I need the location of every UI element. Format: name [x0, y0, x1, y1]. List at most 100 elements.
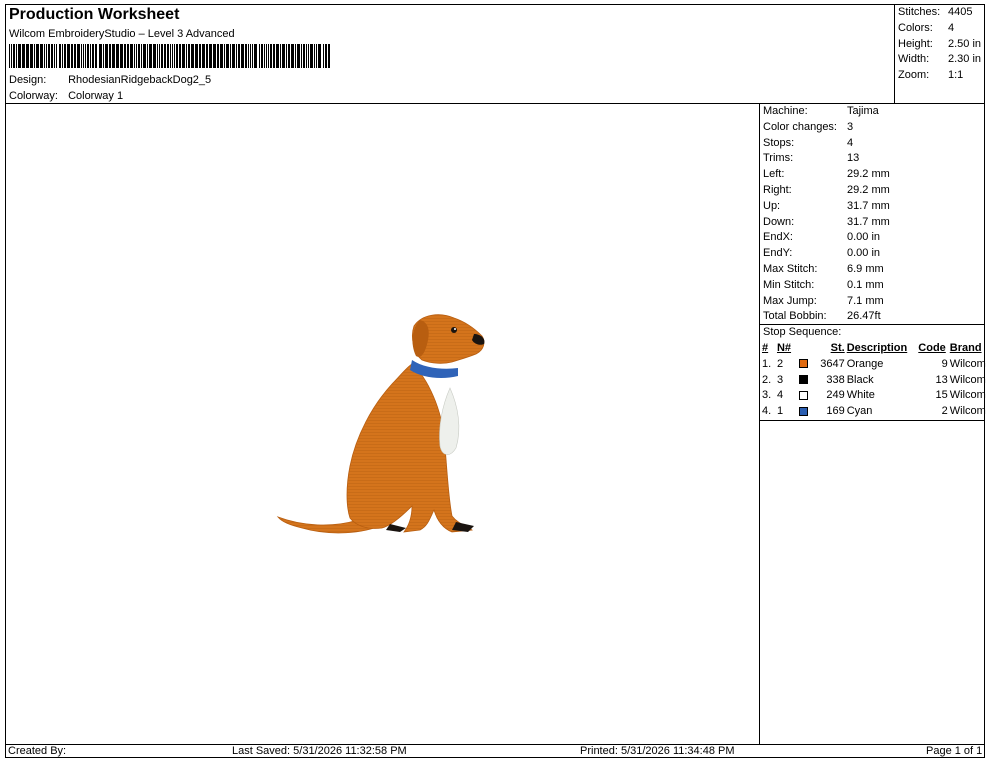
barcode-bar	[138, 44, 140, 68]
barcode-bar	[56, 44, 57, 68]
barcode-bar	[303, 44, 305, 68]
row-stitches: 338	[826, 373, 845, 386]
barcode-bar	[270, 44, 272, 68]
barcode-bar	[179, 44, 181, 68]
barcode-bar	[67, 44, 70, 68]
barcode-bar	[127, 44, 129, 68]
row-stitches: 249	[826, 389, 845, 402]
info-up: Up: 31.7 mm	[763, 199, 890, 212]
col-index: #	[762, 342, 769, 354]
row-color-swatch	[798, 373, 813, 389]
col-stitches: St.	[830, 342, 845, 354]
barcode-bar	[54, 44, 55, 68]
barcode-bar	[116, 44, 119, 68]
barcode-bar	[252, 44, 253, 68]
barcode-bar	[112, 44, 115, 68]
barcode-bar	[136, 44, 137, 68]
barcode-bar	[174, 44, 175, 68]
barcode-bar	[316, 44, 317, 68]
row-color-swatch	[798, 388, 813, 404]
colorway-value: Colorway 1	[68, 90, 124, 102]
info-endx: EndX: 0.00 in	[763, 231, 881, 244]
barcode-bar	[134, 44, 135, 68]
barcode-bar	[34, 44, 35, 68]
barcode-bar	[87, 44, 89, 68]
barcode-bar	[62, 44, 63, 68]
barcode-bar	[120, 44, 123, 68]
color-swatch	[799, 406, 809, 416]
barcode-bar	[291, 44, 294, 68]
barcode-bar	[264, 44, 265, 68]
barcode-bar	[85, 44, 86, 68]
barcode-bar	[266, 44, 267, 68]
barcode-bar	[191, 44, 194, 68]
header-stats-divider	[894, 4, 895, 103]
page-title: Production Worksheet	[9, 6, 180, 23]
barcode-bar	[99, 44, 102, 68]
barcode-bar	[22, 44, 25, 68]
barcode-bar	[273, 44, 275, 68]
barcode-bar	[149, 44, 152, 68]
barcode-bar	[328, 44, 330, 68]
info-panel-divider	[759, 103, 760, 744]
barcode-bar	[109, 44, 111, 68]
barcode-bar	[308, 44, 309, 68]
row-code: 2	[941, 405, 948, 418]
footer-printed: Printed: 5/31/2026 11:34:48 PM	[580, 745, 735, 757]
barcode-bar	[16, 44, 17, 68]
row-brand: Wilcom	[949, 389, 986, 402]
barcode-bar	[64, 44, 66, 68]
barcode-bar	[288, 44, 290, 68]
design-label: Design:	[9, 74, 47, 86]
info-total-bobbin: Total Bobbin: 26.47ft	[763, 310, 881, 323]
info-max-stitch: Max Stitch: 6.9 mm	[763, 262, 884, 275]
barcode-bar	[105, 44, 108, 68]
dog-eye-highlight	[454, 328, 456, 330]
colorway-label: Colorway:	[9, 90, 58, 102]
row-needle: 4	[776, 389, 784, 402]
info-trims: Trims: 13	[763, 152, 860, 165]
row-brand: Wilcom	[949, 373, 986, 386]
stop-sequence-title: Stop Sequence:	[763, 326, 842, 338]
barcode-bar	[314, 44, 315, 68]
barcode-bar	[59, 44, 61, 68]
row-index: 4.	[762, 405, 772, 418]
barcode-bar	[306, 44, 307, 68]
barcode-bar	[217, 44, 219, 68]
barcode-bar	[161, 44, 163, 68]
row-needle: 2	[776, 357, 784, 370]
barcode-bar	[213, 44, 216, 68]
design-stats: Stitches: 4405 Colors: 4 Height: 2.50 in Wi…	[898, 5, 986, 84]
table-row: 3. 4 249 White 15 Wilcom	[761, 388, 990, 404]
table-row: 1. 2 3647 Orange 9 Wilcom	[761, 357, 990, 373]
barcode-bar	[124, 44, 126, 68]
dog-chest-patch	[439, 387, 460, 455]
barcode-bar	[209, 44, 212, 68]
footer-created-by: Created By:	[8, 745, 67, 757]
seq-bottom-divider	[759, 420, 985, 421]
row-stitches: 3647	[820, 357, 845, 370]
barcode-bar	[46, 44, 47, 68]
barcode-bar	[254, 44, 257, 68]
barcode-bar	[176, 44, 178, 68]
barcode-bar	[195, 44, 198, 68]
barcode-bar	[220, 44, 223, 68]
barcode-bar	[206, 44, 208, 68]
col-needle: N#	[776, 342, 792, 354]
barcode-bar	[276, 44, 279, 68]
barcode-bar	[74, 44, 76, 68]
barcode-bar	[77, 44, 80, 68]
barcode-bar	[248, 44, 249, 68]
barcode-bar	[30, 44, 33, 68]
color-swatch	[799, 390, 809, 400]
barcode-bar	[261, 44, 263, 68]
barcode-bar	[172, 44, 173, 68]
barcode-bar	[147, 44, 148, 68]
barcode	[9, 44, 330, 68]
info-left: Left: 29.2 mm	[763, 168, 890, 181]
barcode-bar	[130, 44, 133, 68]
row-brand: Wilcom	[949, 357, 986, 370]
color-swatch	[799, 359, 809, 369]
info-down: Down: 31.7 mm	[763, 215, 890, 228]
barcode-bar	[36, 44, 39, 68]
